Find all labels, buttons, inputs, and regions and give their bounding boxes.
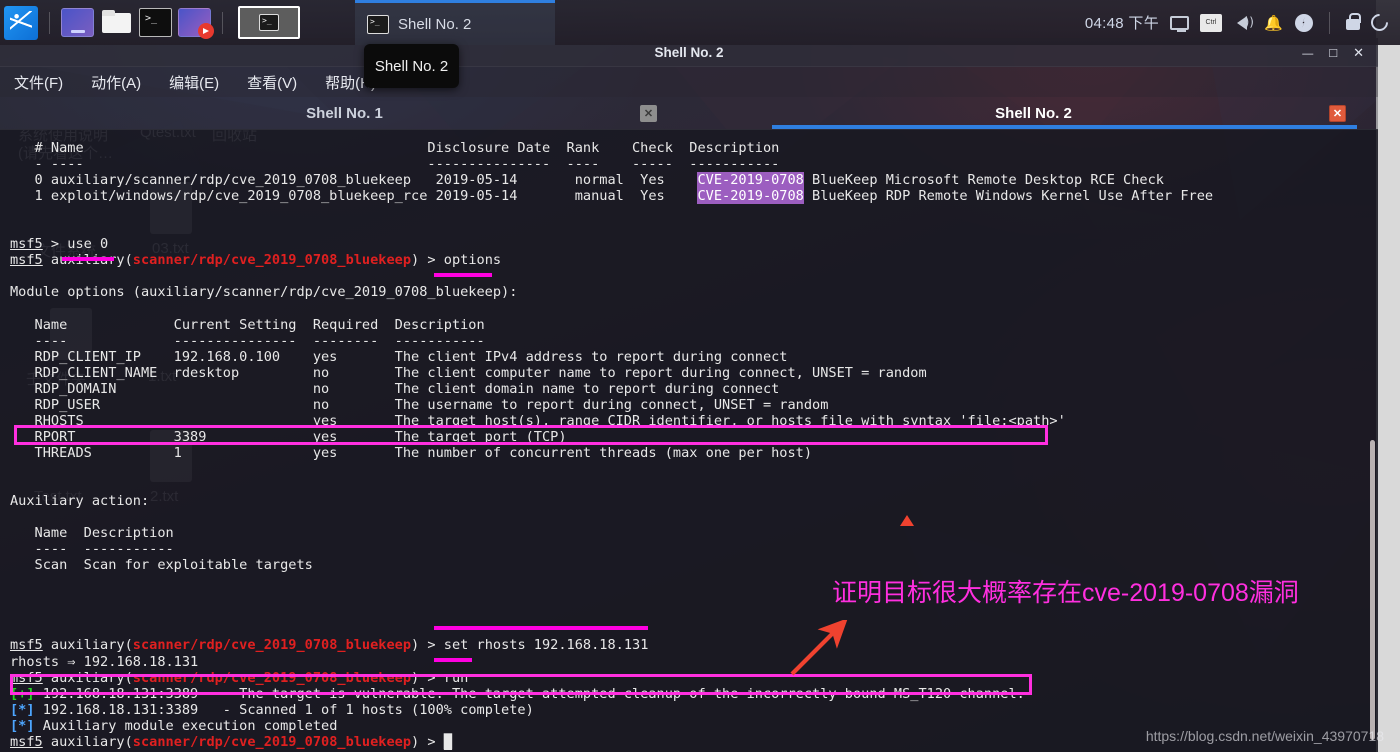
watermark: https://blog.csdn.net/weixin_43970718 [1145, 728, 1384, 744]
tab-shell-no-2[interactable]: Shell No. 2 ✕ [689, 97, 1378, 129]
system-tray: 04:48 下午 Ctrl [1085, 10, 1400, 35]
taskbar-window-shell-no-2[interactable]: Shell No. 2 [355, 0, 555, 45]
taskbar-window-label: Shell No. 2 [398, 15, 472, 33]
taskbar: Shell No. 2 04:48 下午 Ctrl [0, 0, 1400, 45]
screen: Shell No. 2 04:48 下午 Ctrl Shell No. 2 文件… [0, 0, 1400, 752]
menu-edit[interactable]: 编辑(E) [169, 72, 219, 93]
menu-view[interactable]: 查看(V) [247, 72, 297, 93]
terminal-icon [367, 14, 389, 34]
tab-label: Shell No. 1 [306, 104, 383, 122]
maximize-button[interactable] [1329, 45, 1337, 59]
tooltip-label: Shell No. 2 [374, 57, 449, 75]
volume-icon[interactable] [1233, 13, 1254, 33]
tab-close-icon[interactable]: ✕ [1329, 104, 1346, 122]
screen-recorder-icon[interactable] [178, 8, 214, 39]
power-icon[interactable] [1295, 13, 1313, 32]
tab-label: Shell No. 2 [995, 104, 1072, 122]
keyboard-layout-icon[interactable]: Ctrl [1200, 13, 1222, 32]
lock-icon[interactable] [1346, 13, 1361, 30]
close-button[interactable] [1353, 45, 1364, 59]
terminal-window-button[interactable] [238, 6, 300, 39]
minimize-button[interactable] [1302, 45, 1313, 60]
divider [49, 11, 50, 34]
monitor-icon[interactable] [61, 8, 94, 37]
terminal-body[interactable]: 系统使用说明 (请先看这个… Qtest.txt 文件系统 03.txt 壬文件… [0, 129, 1378, 752]
tab-shell-no-1[interactable]: Shell No. 1 ✕ [0, 97, 689, 129]
scrollbar-thumb[interactable] [1370, 440, 1375, 740]
desktop-right-margin [1376, 0, 1400, 752]
divider [222, 11, 223, 34]
menu-file[interactable]: 文件(F) [14, 72, 63, 93]
logout-icon[interactable] [1367, 10, 1392, 35]
terminal-icon [259, 14, 279, 31]
window-controls [1302, 45, 1378, 60]
kali-menu-icon[interactable] [4, 5, 38, 40]
notification-bell-icon[interactable] [1264, 13, 1284, 33]
tooltip-shell-no-2: Shell No. 2 [364, 44, 459, 88]
terminal-icon[interactable] [139, 8, 172, 37]
tab-close-icon[interactable]: ✕ [640, 104, 657, 122]
terminal-scrollbar[interactable] [1368, 130, 1376, 752]
folder-icon[interactable] [100, 8, 133, 37]
window-title: Shell No. 2 [654, 44, 724, 60]
display-icon[interactable] [1170, 15, 1189, 32]
menu-actions[interactable]: 动作(A) [91, 72, 141, 93]
menubar: 文件(F) 动作(A) 编辑(E) 查看(V) 帮助(H) [0, 67, 1378, 97]
taskbar-launchers [0, 5, 300, 40]
tabbar: Shell No. 1 ✕ Shell No. 2 ✕ [0, 97, 1378, 129]
terminal-output: # Name Disclosure Date Rank Check Descri… [10, 140, 1214, 750]
divider [1329, 11, 1330, 34]
terminal-window: Shell No. 2 文件(F) 动作(A) 编辑(E) 查看(V) 帮助(H… [0, 38, 1378, 752]
clock[interactable]: 04:48 下午 [1085, 12, 1159, 33]
